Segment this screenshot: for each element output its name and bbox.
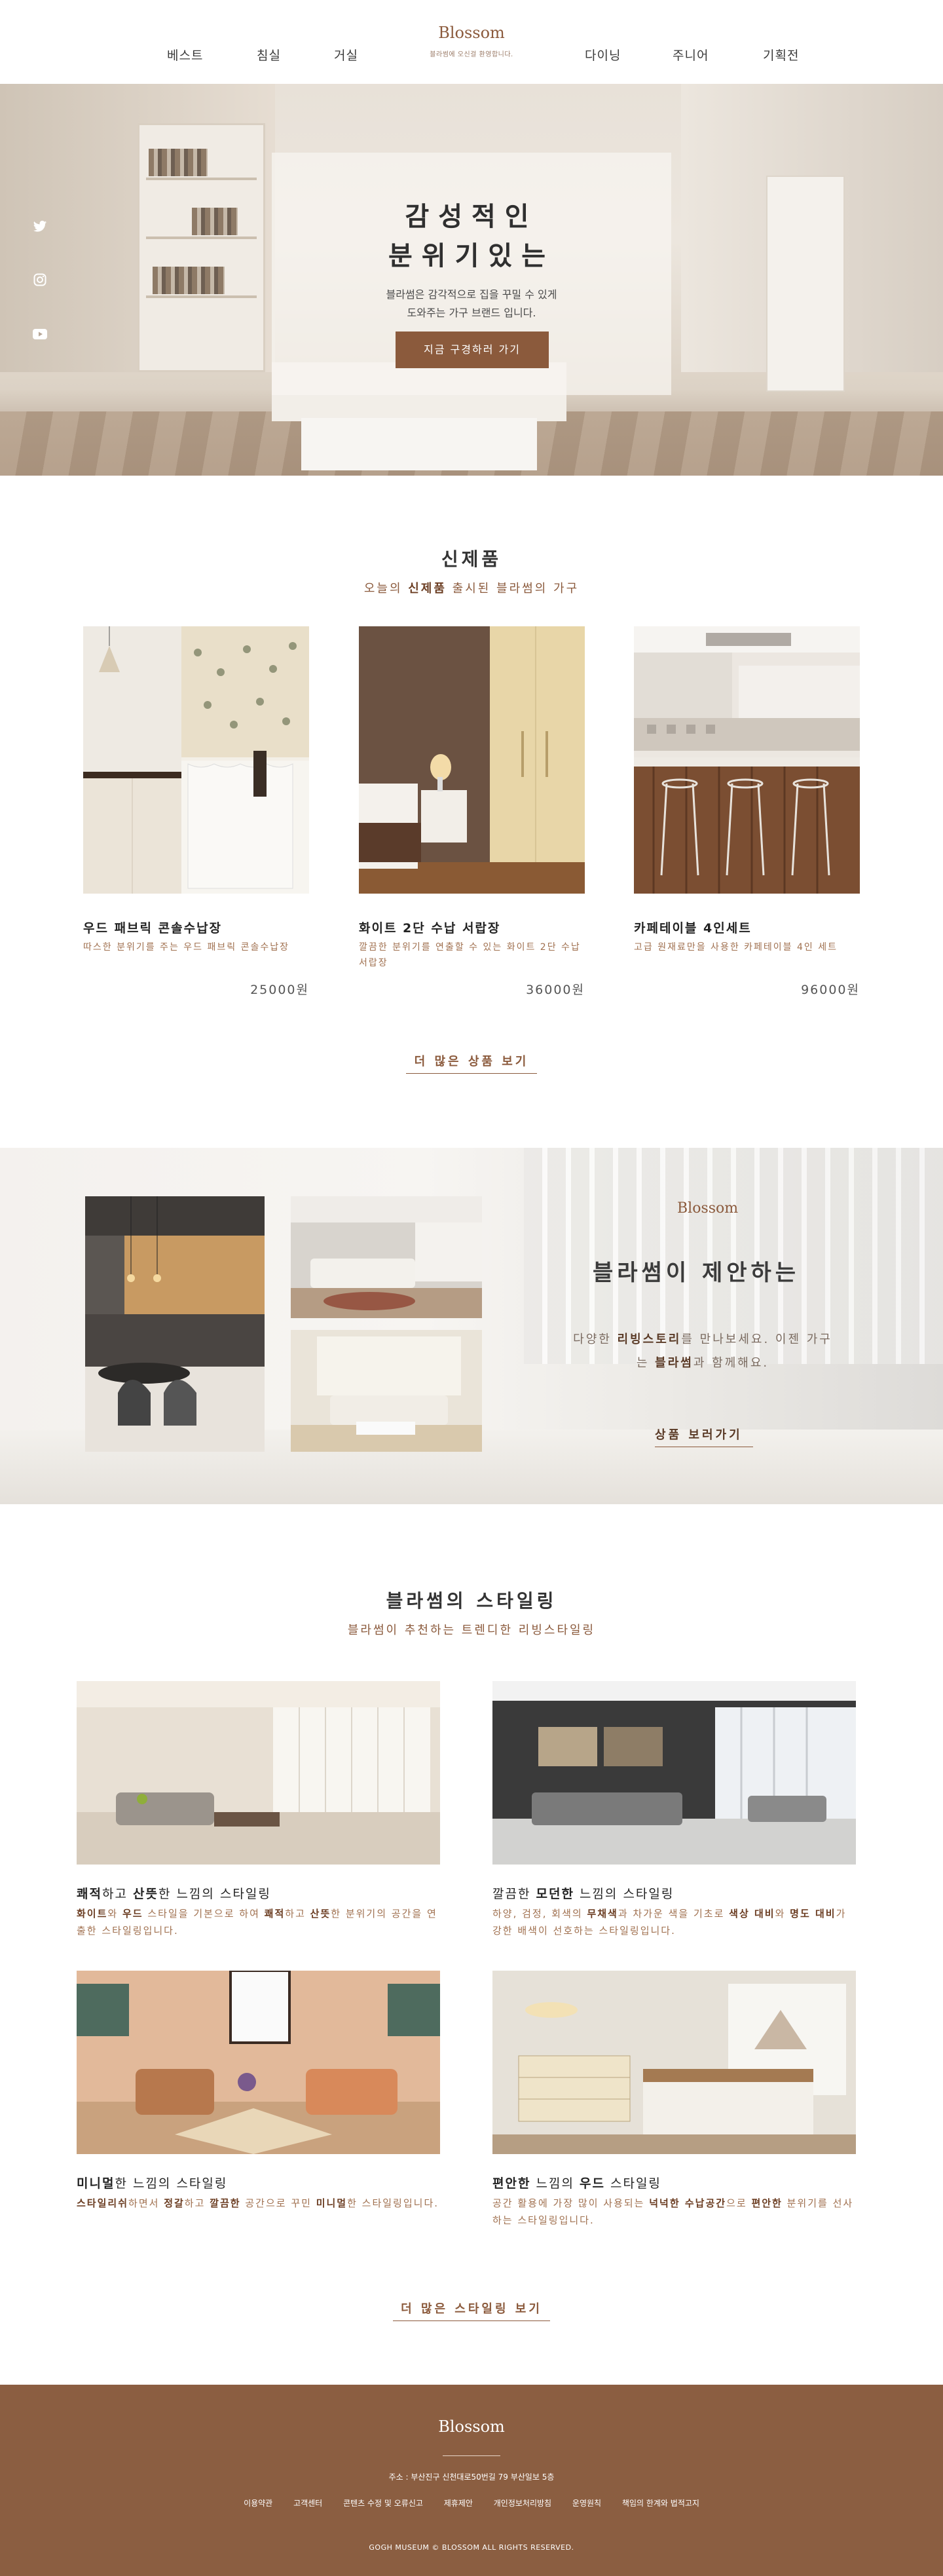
hero-title-line2: 분위기있는 — [388, 241, 555, 271]
footer-link-partnership[interactable]: 제휴제안 — [444, 2499, 473, 2508]
site-header: 베스트 침실 거실 Blossom 블라썸에 오신걸 환영합니다. 다이닝 주니… — [0, 0, 943, 84]
footer-link-support[interactable]: 고객센터 — [293, 2499, 322, 2508]
nav-item-junior[interactable]: 주니어 — [673, 46, 709, 64]
nav-item-bedroom[interactable]: 침실 — [257, 46, 281, 64]
product-price-cafe-table: 96000원 — [801, 983, 860, 997]
styling-title: 블라썸의 스타일링 — [386, 1590, 557, 1612]
product-name-cafe-table[interactable]: 카페테이블 4인세트 — [634, 919, 860, 936]
youtube-icon[interactable] — [31, 328, 48, 345]
styling-image-modern[interactable] — [492, 1681, 856, 1865]
footer-link-report[interactable]: 콘텐츠 수정 및 오류신고 — [343, 2499, 423, 2508]
styling-name-wood[interactable]: 편안한 느낌의 우드 스타일링 — [492, 2174, 856, 2191]
styling-desc-minimal: 스타일리쉬하면서 정갈하고 깔끔한 공간으로 꾸민 미니멀한 스타일링입니다. — [77, 2197, 439, 2209]
footer-links: 이용약관 고객센터 콘텐츠 수정 및 오류신고 제휴제안 개인정보처리방침 운영… — [0, 2497, 943, 2509]
new-products-section: 신제품 오늘의 신제품 출시된 블라썸의 가구 우드 패브릭 콘솔수납장 따스한… — [0, 476, 943, 1148]
product-name-console[interactable]: 우드 패브릭 콘솔수납장 — [83, 919, 309, 936]
banner-image-kitchen — [85, 1196, 265, 1452]
more-styling-underline — [393, 2320, 550, 2321]
footer-logo[interactable]: Blossom — [0, 2417, 943, 2436]
footer-address: 주소 : 부산진구 신천대로50번길 79 부산일보 5층 — [388, 2472, 555, 2482]
banner-logo: Blossom — [677, 1200, 739, 1217]
styling-name-fresh[interactable]: 쾌적하고 산뜻한 느낌의 스타일링 — [77, 1884, 440, 1902]
styling-subtitle: 블라썸이 추천하는 트렌디한 리빙스타일링 — [347, 1623, 596, 1637]
proposal-banner: Blossom 블라썸이 제안하는 다양한 리빙스토리를 만나보세요. 이젠 가… — [0, 1148, 943, 1504]
product-price-drawer: 36000원 — [526, 983, 585, 997]
more-products-underline — [406, 1073, 537, 1074]
product-price-console: 25000원 — [250, 983, 309, 997]
logo[interactable]: Blossom — [406, 24, 537, 42]
hero-description-line1: 블라썸은 감각적으로 집을 꾸밀 수 있게 — [386, 288, 557, 301]
product-desc-cafe-table: 고급 원재료만을 사용한 카페테이블 4인 세트 — [634, 942, 838, 953]
product-image-console[interactable] — [83, 626, 309, 894]
styling-image-wood[interactable] — [492, 1971, 856, 2154]
hero-browse-button[interactable]: 지금 구경하러 가기 — [396, 331, 549, 368]
nav-item-special[interactable]: 기획전 — [763, 46, 799, 64]
hero-section: 감성적인 분위기있는 블라썸은 감각적으로 집을 꾸밀 수 있게 도와주는 가구… — [0, 84, 943, 476]
banner-description-line2: 는 블라썸과 함께해요. — [636, 1356, 769, 1370]
product-image-drawer[interactable] — [359, 626, 585, 894]
styling-image-fresh[interactable] — [77, 1681, 440, 1865]
product-name-drawer[interactable]: 화이트 2단 수납 서랍장 — [359, 919, 585, 936]
logo-subtitle: 블라썸에 오신걸 환영합니다. — [430, 51, 513, 58]
styling-desc-modern: 하양, 검정, 회색의 무채색과 차가운 색을 기초로 색상 대비와 명도 대비… — [492, 1908, 847, 1937]
more-products-link[interactable]: 더 많은 상품 보기 — [0, 1052, 943, 1069]
product-desc-drawer: 깔끔한 분위기를 연출할 수 있는 화이트 2단 수납 서랍장 — [359, 942, 581, 968]
product-desc-console: 따스한 분위기를 주는 우드 패브릭 콘솔수납장 — [83, 942, 289, 953]
hero-description-line2: 도와주는 가구 브랜드 입니다. — [407, 307, 536, 319]
footer-link-privacy[interactable]: 개인정보처리방침 — [494, 2499, 551, 2508]
footer-copyright: GOGH MUSEUM © BLOSSOM ALL RIGHTS RESERVE… — [369, 2543, 574, 2552]
new-products-subtitle: 오늘의 신제품 출시된 블라썸의 가구 — [363, 582, 580, 596]
nav-item-best[interactable]: 베스트 — [167, 46, 203, 64]
hero-title-line1: 감성적인 — [405, 202, 538, 232]
banner-shop-link[interactable]: 상품 보러가기 — [655, 1426, 743, 1443]
styling-image-minimal[interactable] — [77, 1971, 440, 2154]
site-footer: Blossom 주소 : 부산진구 신천대로50번길 79 부산일보 5층 이용… — [0, 2385, 943, 2576]
styling-desc-wood: 공간 활용에 가장 많이 사용되는 넉넉한 수납공간으로 편안한 분위기를 선사… — [492, 2197, 854, 2226]
banner-image-living1 — [291, 1196, 482, 1318]
footer-link-legal[interactable]: 책임의 한계와 법적고지 — [622, 2499, 699, 2508]
footer-link-policy[interactable]: 운영원칙 — [572, 2499, 601, 2508]
styling-name-modern[interactable]: 깔끔한 모던한 느낌의 스타일링 — [492, 1884, 856, 1902]
footer-divider — [443, 2455, 500, 2456]
more-styling-link[interactable]: 더 많은 스타일링 보기 — [0, 2300, 943, 2317]
logo-block[interactable]: Blossom 블라썸에 오신걸 환영합니다. — [406, 24, 537, 58]
banner-description-line1: 다양한 리빙스토리를 만나보세요. 이젠 가구 — [573, 1333, 832, 1346]
new-products-title: 신제품 — [441, 548, 502, 570]
product-image-cafe-table[interactable] — [634, 626, 860, 894]
banner-image-living2 — [291, 1330, 482, 1452]
styling-desc-fresh: 화이트와 우드 스타일을 기본으로 하여 쾌적하고 산뜻한 분위기의 공간을 연… — [77, 1908, 437, 1937]
banner-title: 블라썸이 제안하는 — [593, 1260, 800, 1286]
styling-section: 블라썸의 스타일링 블라썸이 추천하는 트렌디한 리빙스타일링 쾌적하고 산뜻한… — [0, 1504, 943, 2385]
nav-item-living[interactable]: 거실 — [334, 46, 358, 64]
footer-link-terms[interactable]: 이용약관 — [244, 2499, 272, 2508]
nav-item-dining[interactable]: 다이닝 — [585, 46, 621, 64]
hero-bg-table — [301, 418, 537, 470]
styling-name-minimal[interactable]: 미니멀한 느낌의 스타일링 — [77, 2174, 440, 2191]
